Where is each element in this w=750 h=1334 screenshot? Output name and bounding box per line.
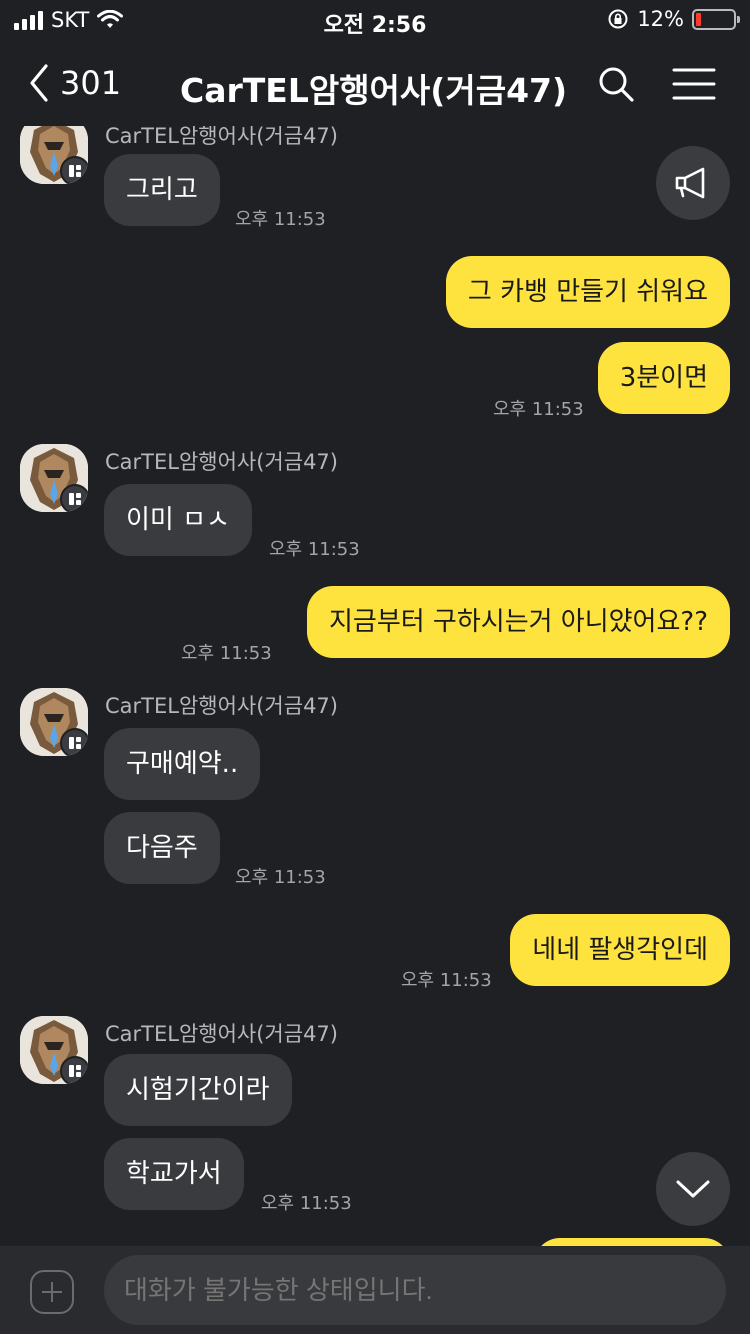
- status-bar: SKT 오전 2:56 12%: [0, 0, 750, 42]
- plus-icon[interactable]: [30, 1270, 74, 1314]
- scroll-to-bottom-button[interactable]: [656, 1152, 730, 1226]
- message-time: 오후 11:53: [181, 643, 272, 664]
- message-time: 오후 11:53: [261, 1193, 352, 1214]
- message-time: 오후 11:53: [493, 399, 584, 420]
- message-bubble-mine-partial: [534, 1238, 730, 1246]
- chat-list[interactable]: CarTEL암행어사(거금47) 그리고 오후 11:53 그 카뱅 만들기 쉬…: [0, 126, 750, 1246]
- message-time: 오후 11:53: [235, 867, 326, 888]
- avatar[interactable]: [20, 688, 88, 756]
- sender-name: CarTEL암행어사(거금47): [105, 126, 338, 148]
- avatar[interactable]: [20, 444, 88, 512]
- battery-percent: 12%: [637, 7, 684, 31]
- orientation-lock-icon: [608, 9, 628, 29]
- avatar[interactable]: [20, 126, 88, 184]
- chevron-down-icon: [676, 1180, 710, 1198]
- message-bubble[interactable]: 그리고: [104, 154, 220, 226]
- avatar[interactable]: [20, 1016, 88, 1084]
- message-time: 오후 11:53: [235, 209, 326, 230]
- profile-badge-icon: [60, 484, 88, 512]
- message-bubble-mine[interactable]: 지금부터 구하시는거 아니얐어요??: [306, 586, 730, 658]
- message-time: 오후 11:53: [269, 539, 360, 560]
- profile-badge-icon: [60, 728, 88, 756]
- megaphone-icon: [675, 167, 705, 199]
- message-bubble[interactable]: 학교가서: [104, 1138, 244, 1210]
- back-button[interactable]: 301: [26, 62, 121, 104]
- menu-icon[interactable]: [672, 64, 716, 104]
- sender-name: CarTEL암행어사(거금47): [105, 450, 338, 474]
- sender-name: CarTEL암행어사(거금47): [105, 1022, 338, 1046]
- input-bar: [0, 1246, 750, 1334]
- message-bubble[interactable]: 이미 ㅁㅅ: [104, 484, 252, 556]
- battery-icon: [692, 8, 740, 30]
- status-right: 12%: [607, 7, 740, 31]
- message-bubble-mine[interactable]: 그 카뱅 만들기 쉬워요: [445, 256, 730, 328]
- sender-name: CarTEL암행어사(거금47): [105, 694, 338, 718]
- announcement-button[interactable]: [656, 146, 730, 220]
- message-bubble[interactable]: 구매예약..: [104, 728, 261, 800]
- message-time: 오후 11:53: [401, 970, 492, 991]
- profile-badge-icon: [60, 1056, 88, 1084]
- message-input[interactable]: [104, 1255, 726, 1325]
- message-bubble[interactable]: 시험기간이라: [104, 1054, 292, 1126]
- profile-badge-icon: [60, 156, 88, 184]
- message-bubble-mine[interactable]: 네네 팔생각인데: [510, 914, 730, 986]
- message-bubble-mine[interactable]: 3분이면: [597, 342, 730, 414]
- search-icon[interactable]: [596, 64, 636, 104]
- message-bubble[interactable]: 다음주: [104, 812, 220, 884]
- chat-title: CarTEL암행어사(거금47): [180, 71, 568, 110]
- chevron-left-icon: [30, 64, 48, 102]
- unread-count: 301: [60, 64, 122, 102]
- chat-header: 301 CarTEL암행어사(거금47): [0, 42, 750, 126]
